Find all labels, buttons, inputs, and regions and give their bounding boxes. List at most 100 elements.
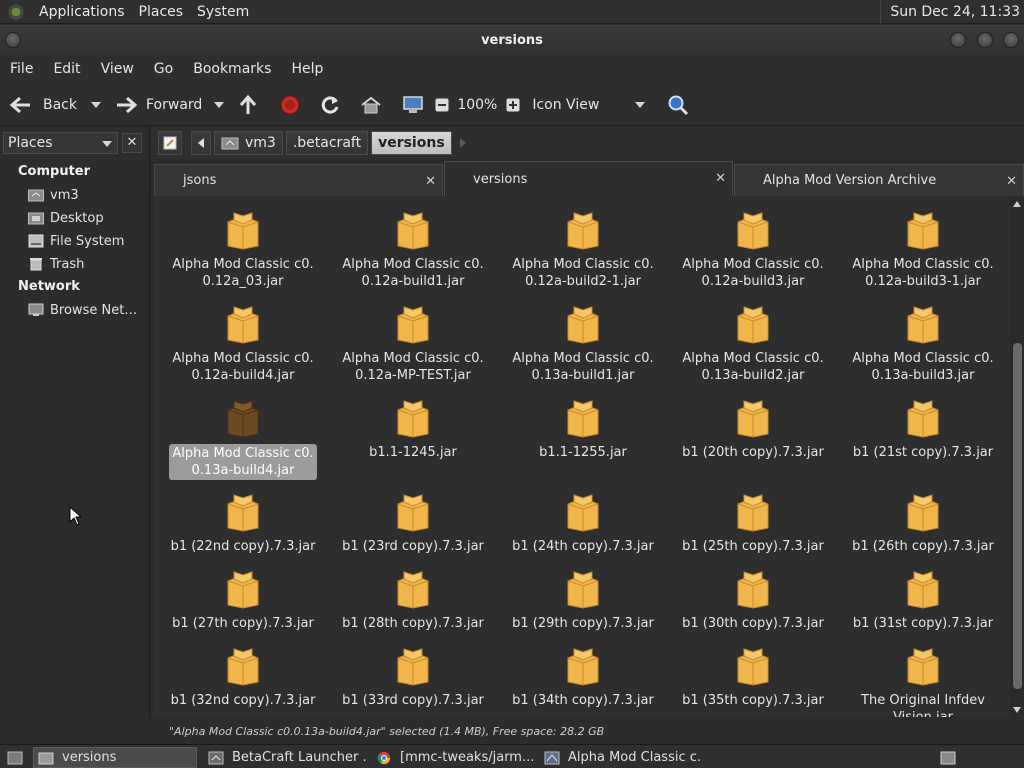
file-name-line: 0.12a-build3.jar [701, 274, 805, 289]
task-betacraft-launcher[interactable]: BetaCraft Launcher ... [203, 747, 367, 768]
close-sidebar-button[interactable]: ✕ [122, 133, 142, 153]
file-item[interactable]: Alpha Mod Classic c0. 0.13a-build3.jar [838, 294, 1008, 384]
zoom-out-button[interactable] [435, 90, 449, 120]
view-mode-select[interactable]: Icon View [532, 90, 646, 120]
computer-button[interactable] [402, 90, 424, 120]
menu-view[interactable]: View [88, 61, 141, 77]
stop-button[interactable] [280, 90, 300, 120]
file-item[interactable]: Alpha Mod Classic c0. 0.12a-build4.jar [158, 294, 328, 384]
maximize-button[interactable] [977, 32, 993, 48]
sidebar-item-vm3[interactable]: vm3 [28, 185, 79, 205]
computer-section-label: Computer [18, 164, 91, 179]
zoom-in-button[interactable] [506, 90, 520, 120]
search-button[interactable] [667, 90, 689, 120]
show-desktop-button[interactable] [2, 747, 26, 768]
tab-alpha-mod-version-archive[interactable]: Alpha Mod Version Archive ✕ [734, 164, 1024, 196]
scrollbar-thumb[interactable] [1013, 343, 1022, 689]
panel-menu-applications[interactable]: Applications [32, 4, 132, 20]
home-folder-icon [221, 137, 239, 150]
package-icon [227, 400, 259, 438]
reload-button[interactable] [320, 90, 340, 120]
close-window-button[interactable] [1003, 32, 1019, 48]
workspace-switcher[interactable] [935, 747, 959, 768]
chevron-right-icon[interactable] [459, 138, 467, 148]
file-item[interactable]: b1 (35th copy).7.3.jar [668, 636, 838, 717]
back-history-dropdown[interactable] [91, 90, 101, 120]
close-tab-icon[interactable]: ✕ [715, 171, 726, 186]
file-item[interactable]: Alpha Mod Classic c0. 0.13a-build4.jar [158, 388, 328, 480]
file-name-line: 0.13a-build4.jar [191, 463, 295, 478]
file-item[interactable]: Alpha Mod Classic c0. 0.13a-build2.jar [668, 294, 838, 384]
scroll-up-icon[interactable] [1013, 201, 1021, 207]
menu-go[interactable]: Go [141, 61, 180, 77]
file-name-line: Alpha Mod Classic c0. [682, 351, 824, 366]
task-browser[interactable]: [mmc-tweaks/jarm... [371, 747, 535, 768]
file-name-line: Alpha Mod Classic c0. [852, 351, 994, 366]
sidebar-item-trash[interactable]: Trash [28, 254, 84, 274]
toolbar: Back Forward 100% Icon View [0, 84, 1024, 126]
back-button[interactable]: Back [9, 90, 77, 120]
file-item[interactable]: b1 (20th copy).7.3.jar [668, 388, 838, 478]
file-item[interactable]: Alpha Mod Classic c0. 0.12a-build3-1.jar [838, 200, 1008, 290]
file-item[interactable]: b1.1-1245.jar [328, 388, 498, 478]
file-item[interactable]: Alpha Mod Classic c0. 0.12a-MP-TEST.jar [328, 294, 498, 384]
package-icon [737, 400, 769, 438]
file-icon-view[interactable]: Alpha Mod Classic c0. 0.12a_03.jar Alpha M… [154, 197, 1010, 717]
file-item[interactable]: Alpha Mod Classic c0. 0.12a-build3.jar [668, 200, 838, 290]
menu-help[interactable]: Help [278, 61, 330, 77]
file-item[interactable]: b1.1-1255.jar [498, 388, 668, 478]
window-titlebar[interactable]: versions [0, 25, 1024, 55]
panel-clock[interactable]: Sun Dec 24, 11:33 [880, 0, 1024, 24]
scroll-down-icon[interactable] [1013, 707, 1021, 713]
toggle-location-entry-button[interactable] [158, 131, 182, 155]
close-tab-icon[interactable]: ✕ [1006, 174, 1017, 189]
file-item[interactable]: The Original Infdev Vision.jar [838, 636, 1008, 717]
file-item[interactable]: b1 (33rd copy).7.3.jar [328, 636, 498, 717]
chevron-down-icon [635, 101, 646, 108]
file-name: b1 (31st copy).7.3.jar [838, 615, 1008, 632]
file-item[interactable]: Alpha Mod Classic c0. 0.12a-build2-1.jar [498, 200, 668, 290]
panel-menu-places[interactable]: Places [132, 4, 191, 20]
file-name: Alpha Mod Classic c0. 0.12a-MP-TEST.jar [328, 350, 498, 384]
package-icon [737, 494, 769, 532]
forward-history-dropdown[interactable] [214, 90, 225, 120]
close-tab-icon[interactable]: ✕ [425, 174, 436, 189]
folder-icon [38, 752, 54, 764]
file-item[interactable]: b1 (21st copy).7.3.jar [838, 388, 1008, 478]
up-button[interactable] [238, 90, 258, 120]
file-name-line: Alpha Mod Classic c0. [342, 351, 484, 366]
zoom-level[interactable]: 100% [457, 90, 497, 120]
sidebar-type-select[interactable]: Places [3, 132, 118, 154]
file-item[interactable]: b1 (34th copy).7.3.jar [498, 636, 668, 717]
menu-file[interactable]: File [3, 61, 40, 77]
sidebar-item-desktop[interactable]: Desktop [28, 208, 104, 228]
file-name-line: Alpha Mod Classic c0. [172, 257, 314, 272]
chevron-left-icon [198, 138, 204, 148]
distro-logo-icon[interactable] [6, 1, 26, 22]
window-menu-button[interactable] [5, 32, 21, 48]
path-scroll-left-button[interactable] [191, 131, 211, 155]
vertical-scrollbar[interactable] [1011, 197, 1024, 717]
file-item[interactable]: Alpha Mod Classic c0. 0.12a-build1.jar [328, 200, 498, 290]
task-alpha-mod-classic[interactable]: Alpha Mod Classic c... [539, 747, 703, 768]
search-icon [668, 95, 689, 115]
sidebar-item-file-system[interactable]: File System [28, 231, 124, 251]
minimize-button[interactable] [950, 32, 966, 48]
path-segment-vm3[interactable]: vm3 [214, 131, 283, 155]
forward-label: Forward [146, 96, 203, 113]
forward-button[interactable]: Forward [114, 90, 202, 120]
panel-menu-system[interactable]: System [190, 4, 256, 20]
path-segment-versions[interactable]: versions [371, 131, 452, 155]
tab-versions[interactable]: versions ✕ [444, 161, 733, 196]
file-item[interactable]: Alpha Mod Classic c0. 0.13a-build1.jar [498, 294, 668, 384]
file-name: b1 (20th copy).7.3.jar [668, 444, 838, 461]
sidebar-item-browse-network[interactable]: Browse Net… [28, 300, 137, 320]
menu-bookmarks[interactable]: Bookmarks [180, 61, 278, 77]
file-item[interactable]: b1 (32nd copy).7.3.jar [158, 636, 328, 717]
file-item[interactable]: Alpha Mod Classic c0. 0.12a_03.jar [158, 200, 328, 290]
path-segment-betacraft[interactable]: .betacraft [285, 131, 369, 155]
home-button[interactable] [360, 90, 382, 120]
task-versions[interactable]: versions [33, 747, 197, 768]
tab-jsons[interactable]: jsons ✕ [154, 164, 443, 196]
menu-edit[interactable]: Edit [40, 61, 87, 77]
